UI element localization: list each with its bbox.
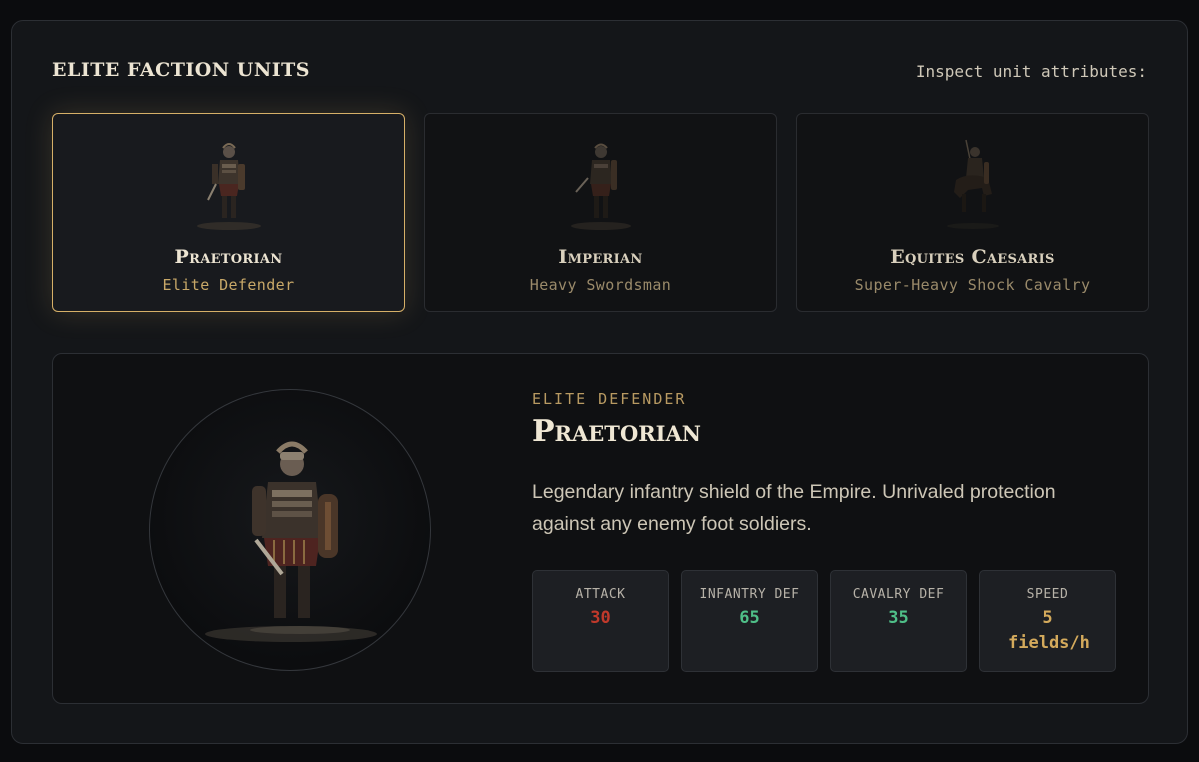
cavalry-figure-icon [946, 139, 999, 229]
inspect-hint: Inspect unit attributes: [915, 62, 1147, 81]
unit-description: Legendary infantry shield of the Empire.… [532, 481, 1056, 535]
unit-card-name: Equites Caesaris [890, 246, 1055, 268]
unit-card-role: Elite Defender [162, 276, 295, 294]
stat-cavalry-def: CAVALRY DEF 35 [830, 570, 967, 672]
unit-card-role: Heavy Swordsman [529, 276, 672, 294]
stat-value: 30 [590, 608, 611, 628]
unit-portrait [149, 389, 431, 671]
stat-infantry-def: INFANTRY DEF 65 [681, 570, 818, 672]
stat-value: 35 [888, 608, 909, 628]
unit-card-role: Super-Heavy Shock Cavalry [854, 276, 1091, 294]
stat-label: ATTACK [575, 587, 626, 602]
panel-title: ELITE FACTION UNITS [52, 59, 310, 81]
stat-label: INFANTRY DEF [699, 587, 800, 602]
stat-label: SPEED [1026, 587, 1069, 602]
unit-card-name: Praetorian [174, 246, 283, 268]
unit-role-label: ELITE DEFENDER [532, 390, 687, 408]
stat-speed: SPEED 5 fields/h [979, 570, 1116, 672]
legionary-figure-icon [196, 143, 261, 230]
swordsman-figure-icon [570, 143, 631, 230]
unit-panel: ELITE FACTION UNITS Inspect unit attribu… [11, 20, 1188, 744]
unit-card-praetorian[interactable]: Praetorian Elite Defender [52, 113, 405, 312]
stat-value: 5 fields/h [1008, 608, 1090, 653]
legionary-portrait-icon [205, 441, 377, 642]
stat-attack: ATTACK 30 [532, 570, 669, 672]
unit-card-name: Imperian [558, 246, 643, 268]
unit-title: Praetorian [532, 414, 701, 449]
unit-card-equites-caesaris[interactable]: Equites Caesaris Super-Heavy Shock Caval… [796, 113, 1149, 312]
stat-label: CAVALRY DEF [852, 587, 945, 602]
unit-detail-panel: ELITE DEFENDER Praetorian Legendary infa… [52, 353, 1149, 704]
unit-card-imperian[interactable]: Imperian Heavy Swordsman [424, 113, 777, 312]
stat-value: 65 [739, 608, 760, 628]
